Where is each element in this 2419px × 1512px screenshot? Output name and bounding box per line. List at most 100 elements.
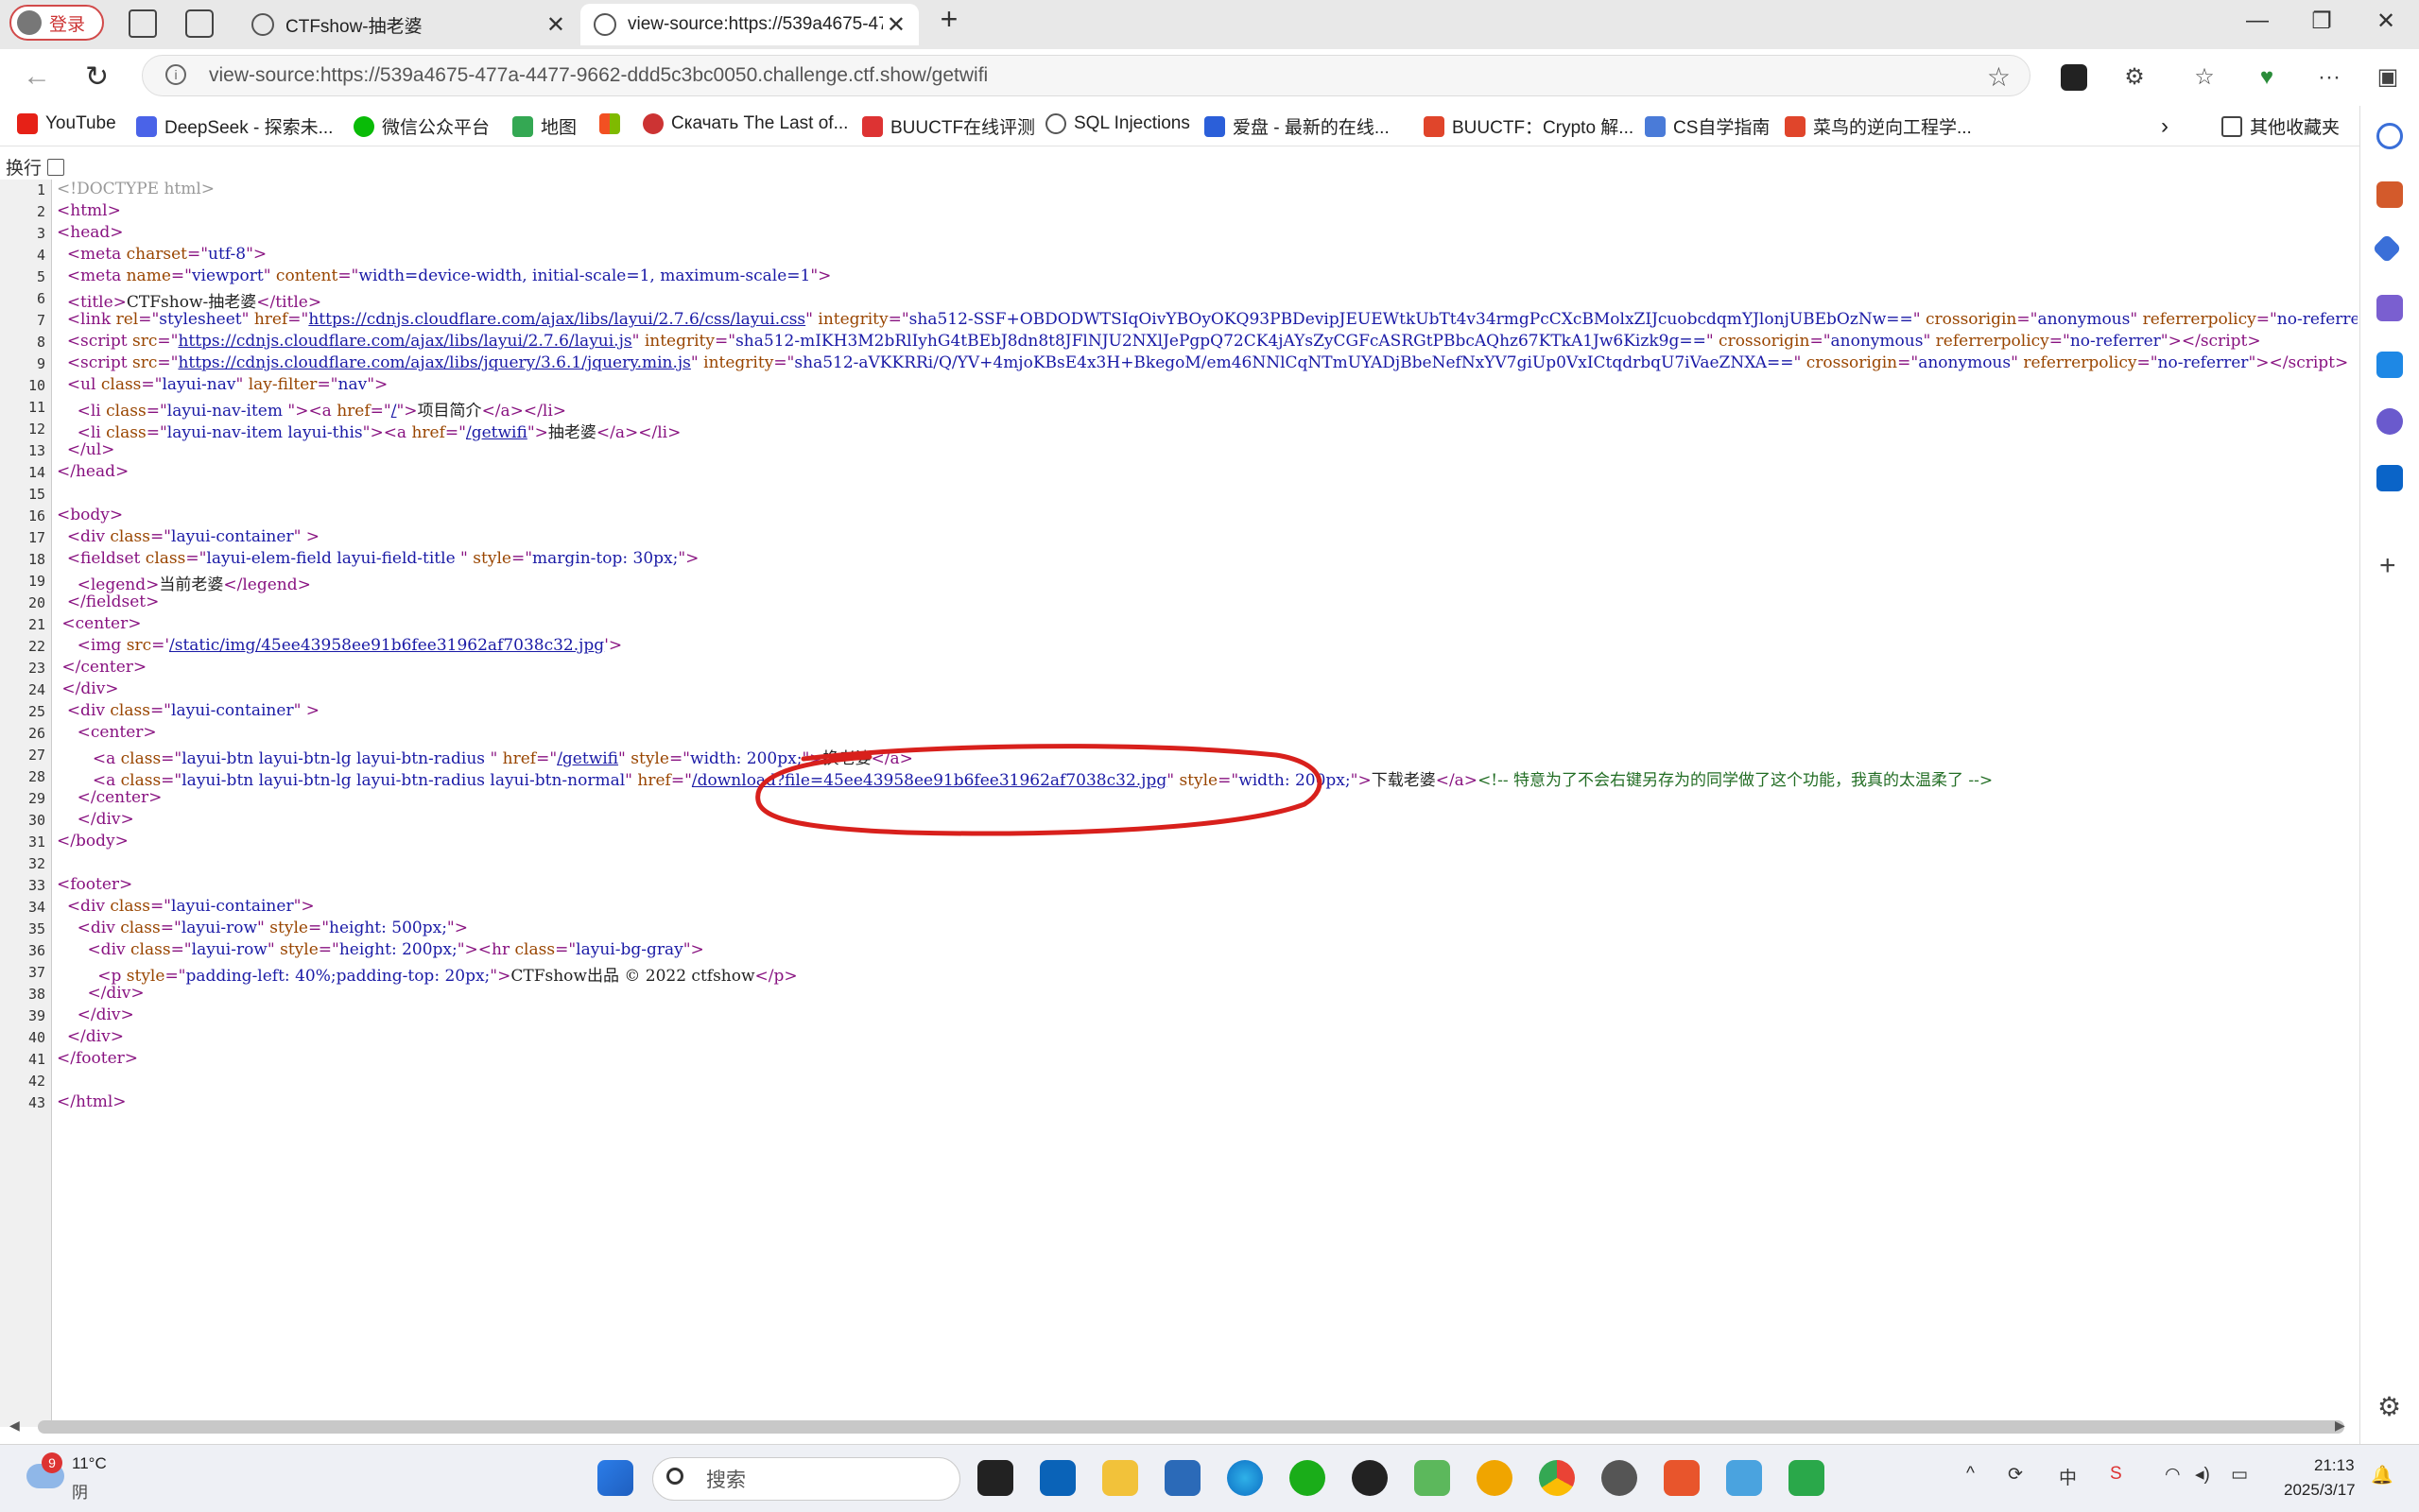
browser-essentials-icon[interactable]: ♥ [2254, 64, 2280, 91]
css-link[interactable]: https://cdnjs.cloudflare.com/ajax/libs/l… [308, 310, 805, 329]
outlook-icon[interactable] [2376, 465, 2403, 491]
clock-time[interactable]: 21:13 [2314, 1456, 2355, 1475]
source-line: <footer> [57, 875, 133, 894]
start-button-icon[interactable] [597, 1460, 633, 1496]
task-view-icon[interactable] [977, 1460, 1013, 1496]
file-explorer-icon[interactable] [1102, 1460, 1138, 1496]
wifi-icon[interactable]: ◠ [2165, 1464, 2181, 1486]
tab-view-source[interactable]: view-source:https://539a4675-47 ✕ [580, 4, 919, 45]
profile-button[interactable]: 登录 [9, 5, 104, 41]
bookmark-aipan[interactable]: 爱盘 - 最新的在线... [1204, 113, 1390, 139]
games-icon[interactable] [2376, 295, 2403, 321]
notes-app-icon[interactable] [1788, 1460, 1824, 1496]
more-menu-icon[interactable]: ··· [2316, 64, 2342, 91]
wrap-checkbox[interactable] [47, 158, 65, 176]
bookmark-deepseek[interactable]: DeepSeek - 探索未... [136, 113, 333, 139]
favorite-star-icon[interactable]: ☆ [1987, 61, 2011, 93]
back-button[interactable]: ← [23, 60, 51, 93]
bookmark-microsoft[interactable] [599, 113, 628, 134]
bookmark-youtube[interactable]: YouTube [17, 113, 116, 134]
search-placeholder: 搜索 [706, 1469, 746, 1491]
extensions-puzzle-icon[interactable]: ⚙ [2121, 64, 2148, 91]
workspaces-icon[interactable] [129, 9, 157, 38]
close-window-button[interactable]: ✕ [2367, 8, 2405, 35]
source-line: </div> [66, 1027, 124, 1046]
dial-app-icon[interactable] [1601, 1460, 1637, 1496]
jquery-link[interactable]: https://cdnjs.cloudflare.com/ajax/libs/j… [178, 353, 690, 372]
bookmark-buuctf[interactable]: BUUCTF在线评测 [862, 113, 1035, 139]
tag-icon[interactable] [2372, 233, 2402, 264]
toolbox-icon[interactable] [2376, 181, 2403, 208]
add-sidebar-icon[interactable]: + [2379, 550, 2396, 582]
battery-icon[interactable]: ▭ [2231, 1464, 2248, 1486]
share-arrow-icon[interactable] [1414, 1460, 1450, 1496]
close-tab-icon[interactable]: ✕ [887, 11, 906, 39]
source-line: <legend>当前老婆</legend> [77, 576, 311, 594]
send-icon[interactable] [2376, 352, 2403, 378]
source-line: </head> [57, 462, 130, 481]
edge-icon[interactable] [1227, 1460, 1263, 1496]
scroll-left-arrow[interactable]: ◀ [9, 1418, 20, 1434]
vertical-tabs-icon[interactable] [185, 9, 214, 38]
sidebar-toggle-icon[interactable]: ▣ [2375, 64, 2401, 91]
sync-icon[interactable]: ⟳ [2008, 1464, 2023, 1486]
tab-title: CTFshow-抽老婆 [285, 16, 423, 37]
line-wrap-toggle[interactable]: 换行 [6, 154, 65, 180]
tab-ctfshow[interactable]: CTFshow-抽老婆 ✕ [238, 4, 579, 45]
copilot-icon[interactable] [2376, 408, 2403, 435]
remote-desktop-icon[interactable] [1165, 1460, 1201, 1496]
scroll-right-arrow[interactable]: ▶ [2335, 1418, 2345, 1434]
refresh-button[interactable]: ↻ [85, 60, 109, 94]
bookmarks-scroll-right-icon[interactable]: › [2161, 113, 2168, 140]
source-line: <div class="layui-container" > [66, 701, 320, 720]
search-icon [666, 1468, 683, 1485]
vscode-icon[interactable] [1040, 1460, 1076, 1496]
volume-icon[interactable]: ◂) [2195, 1464, 2210, 1486]
source-line: <ul class="layui-nav" lay-filter="nav"> [66, 375, 389, 394]
source-line: <div class="layui-row" style="height: 20… [87, 940, 704, 959]
site-info-icon[interactable]: i [165, 64, 186, 85]
close-tab-icon[interactable]: ✕ [546, 11, 565, 39]
bookmark-wechat[interactable]: 微信公众平台 [354, 113, 490, 139]
layui-js-link[interactable]: https://cdnjs.cloudflare.com/ajax/libs/l… [178, 332, 631, 351]
clock-date[interactable]: 2025/3/17 [2284, 1481, 2356, 1500]
bookmark-cs-guide[interactable]: CS自学指南 [1645, 113, 1770, 139]
wps-icon[interactable]: S [2110, 1464, 2122, 1485]
new-tab-button[interactable]: + [930, 2, 968, 37]
address-bar[interactable]: i view-source:https://539a4675-477a-4477… [142, 55, 2030, 96]
tray-expand-icon[interactable]: ^ [1966, 1464, 1975, 1485]
bookmark-buuctf-crypto[interactable]: BUUCTF：Crypto 解... [1424, 113, 1633, 139]
wechat-icon[interactable] [1289, 1460, 1325, 1496]
source-line: <html> [57, 201, 121, 220]
csdn-icon [1785, 115, 1806, 137]
taskbar-search-box[interactable]: 搜索 [652, 1457, 960, 1501]
favorites-icon[interactable]: ☆ [2191, 64, 2218, 91]
magnifier-app-icon[interactable] [1477, 1460, 1512, 1496]
extension-icon[interactable] [2061, 64, 2087, 91]
source-line: <head> [57, 223, 124, 242]
ime-indicator[interactable]: 中 [2059, 1464, 2077, 1489]
bookmark-tlou[interactable]: Скачать The Last of... [643, 113, 848, 134]
source-line: </body> [57, 832, 129, 850]
tab-title: view-source:https://539a4675-47 [628, 14, 883, 34]
restore-button[interactable]: ❐ [2303, 8, 2341, 35]
globe-icon [594, 13, 616, 36]
minimize-button[interactable]: — [2238, 8, 2276, 34]
settings-gear-icon[interactable]: ⚙ [2377, 1391, 2401, 1422]
settings-app-icon[interactable] [1726, 1460, 1762, 1496]
bookmark-map[interactable]: 地图 [512, 113, 577, 139]
bookmark-reverse-eng[interactable]: 菜鸟的逆向工程学... [1785, 113, 1972, 139]
getwifi-link[interactable]: /getwifi [466, 423, 527, 442]
calendar-app-icon[interactable] [1664, 1460, 1700, 1496]
notification-bell-icon[interactable]: 🔔 [2371, 1464, 2393, 1486]
image-link[interactable]: /static/img/45ee43958ee91b6fee31962af703… [169, 636, 604, 655]
source-line: <center> [61, 614, 142, 633]
bookmark-sql-injections[interactable]: SQL Injections [1045, 113, 1190, 134]
other-favorites[interactable]: 其他收藏夹 [2221, 113, 2340, 139]
getwifi-button-link[interactable]: /getwifi [557, 749, 618, 768]
horizontal-scrollbar[interactable] [38, 1420, 2344, 1434]
search-icon[interactable] [2376, 123, 2403, 149]
chrome-icon[interactable] [1539, 1460, 1575, 1496]
qq-icon[interactable] [1352, 1460, 1388, 1496]
source-line: <div class="layui-row" style="height: 50… [77, 919, 468, 937]
